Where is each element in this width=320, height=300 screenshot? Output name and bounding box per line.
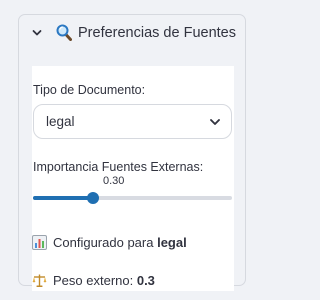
slider-thumb[interactable]: [86, 192, 99, 204]
chevron-down-icon: [210, 119, 220, 125]
expander-header[interactable]: Preferencias de Fuentes: [19, 15, 245, 51]
bar-chart-icon: [32, 235, 47, 250]
source-preferences-expander: Preferencias de Fuentes Tipo de Document…: [18, 14, 246, 291]
configured-prefix: Configurado para: [53, 235, 154, 250]
external-importance-label: Importancia Fuentes Externas:: [33, 160, 204, 174]
chevron-down-icon: [32, 30, 42, 36]
external-weight-text: Peso externo: 0.3: [32, 272, 155, 289]
expander-content: Tipo de Documento: legal Importancia Fue…: [32, 66, 234, 291]
configured-value: legal: [157, 235, 187, 250]
document-type-label: Tipo de Documento:: [33, 83, 146, 97]
document-type-selected-value: legal: [46, 114, 75, 129]
weight-value: 0.3: [136, 273, 155, 288]
configured-for-text: Configurado para legal: [32, 234, 187, 251]
document-type-select[interactable]: legal: [33, 104, 232, 139]
slider-value-label: 0.30: [103, 175, 125, 187]
slider-fill: [33, 196, 93, 200]
weight-prefix: Peso externo:: [53, 273, 134, 288]
scales-icon: [32, 274, 47, 287]
expander-title: Preferencias de Fuentes: [78, 25, 236, 41]
external-importance-slider[interactable]: [33, 192, 232, 204]
magnifier-icon: [56, 24, 72, 41]
